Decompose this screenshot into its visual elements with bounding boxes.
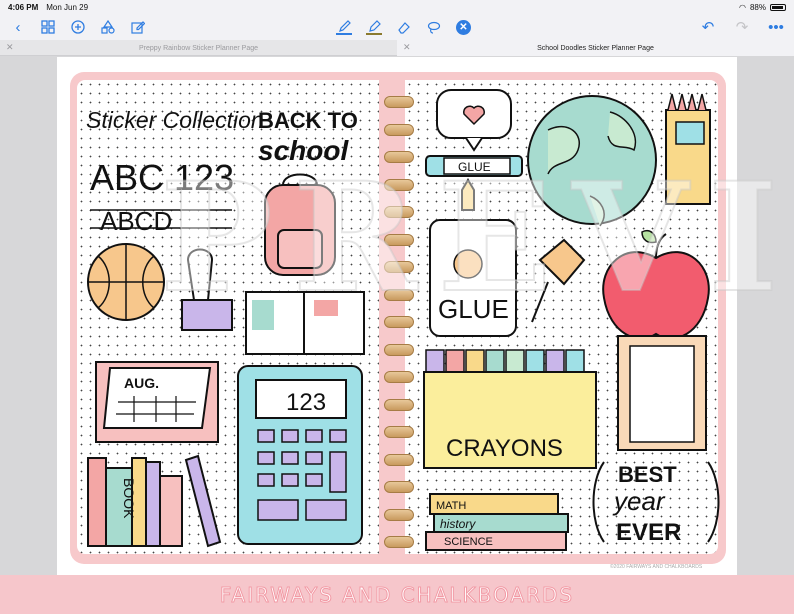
planner-ring <box>384 151 414 163</box>
app-window: 4:06 PM Mon Jun 29 ◠ 88% ‹ ✕ ↶ ↷ ••• ✕ P… <box>0 0 794 614</box>
planner-ring <box>384 508 414 521</box>
tab-bar: ✕ Preppy Rainbow Sticker Planner Page ✕ … <box>0 40 794 56</box>
planner-ring <box>384 343 414 356</box>
planner-ring <box>384 233 414 246</box>
redo-icon[interactable]: ↷ <box>734 19 750 35</box>
shapes-icon[interactable] <box>100 19 116 35</box>
planner-ring <box>384 398 414 411</box>
tab-close-icon[interactable]: ✕ <box>403 42 411 53</box>
planner-ring <box>384 261 414 273</box>
tab-label: Preppy Rainbow Sticker Planner Page <box>138 44 259 52</box>
status-bar: 4:06 PM Mon Jun 29 ◠ 88% <box>0 0 794 14</box>
tab-close-icon[interactable]: ✕ <box>6 42 14 53</box>
tab-label: School Doodles Sticker Planner Page <box>537 44 654 52</box>
battery-icon <box>770 3 786 11</box>
planner-ring <box>384 206 414 218</box>
status-time: 4:06 PM <box>8 2 39 12</box>
toolbar: ‹ ✕ ↶ ↷ ••• <box>0 14 794 40</box>
grid-icon[interactable] <box>40 19 56 35</box>
add-page-icon[interactable] <box>70 19 86 35</box>
tab-school-doodles[interactable]: ✕ School Doodles Sticker Planner Page <box>397 40 794 56</box>
brand-banner: FAIRWAYS AND CHALKBOARDS <box>0 575 794 614</box>
lasso-icon[interactable] <box>426 19 442 35</box>
planner-ring <box>384 481 414 493</box>
planner-ring <box>384 536 414 548</box>
wifi-icon: ◠ <box>739 2 746 12</box>
battery-percent: 88% <box>749 2 766 12</box>
copyright-text: ©2020 FAIRWAYS AND CHALKBOARDS <box>610 564 703 570</box>
brand-banner-text: FAIRWAYS AND CHALKBOARDS <box>219 582 575 607</box>
planner-ring <box>384 288 414 301</box>
planner-ring <box>384 316 414 328</box>
left-planner-page <box>77 80 379 554</box>
edit-icon[interactable] <box>130 19 146 35</box>
planner-ring <box>384 371 414 383</box>
planner-ring <box>384 453 414 466</box>
planner-ring <box>384 178 414 191</box>
planner-ring <box>384 426 414 438</box>
right-planner-page <box>405 80 718 554</box>
page-gutter <box>0 57 57 575</box>
status-date: Mon Jun 29 <box>46 2 89 12</box>
eraser-icon[interactable] <box>396 19 412 35</box>
back-chevron-icon[interactable]: ‹ <box>10 19 26 35</box>
tab-preppy-rainbow[interactable]: ✕ Preppy Rainbow Sticker Planner Page <box>0 40 397 56</box>
planner-ring <box>384 123 414 136</box>
close-icon[interactable]: ✕ <box>456 19 471 35</box>
planner-rings <box>384 80 414 554</box>
more-icon[interactable]: ••• <box>768 19 784 35</box>
undo-icon[interactable]: ↶ <box>700 19 716 35</box>
planner-ring <box>384 96 414 108</box>
pen-icon[interactable] <box>336 19 352 35</box>
highlighter-icon[interactable] <box>366 19 382 35</box>
